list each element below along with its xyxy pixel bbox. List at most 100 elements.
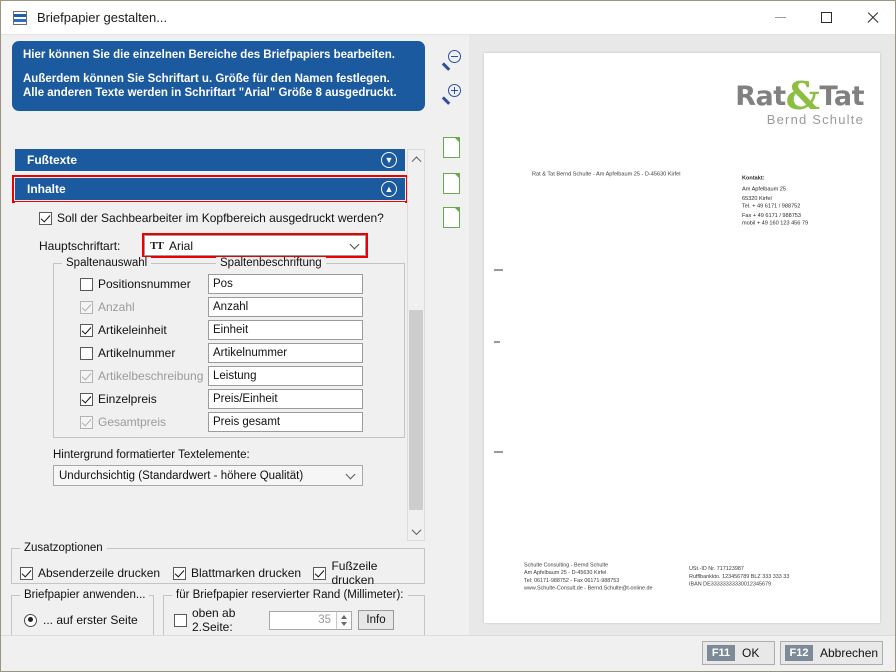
column-row: Einzelpreis Preis/Einheit <box>80 388 400 410</box>
fold-mark-2 <box>494 451 503 453</box>
column-checkbox[interactable] <box>80 346 93 360</box>
contact-line: Am Apfelbaum 25 <box>742 186 786 193</box>
zoom-in-icon[interactable] <box>441 83 463 105</box>
column-caption-input[interactable]: Artikelnummer <box>208 343 363 363</box>
page-footer-right: USt.-ID Nr. 717123987 Rufflbankkto. 12345… <box>689 565 789 589</box>
sachbearbeiter-checkbox[interactable] <box>39 211 52 225</box>
extra-option-item[interactable]: Fußzeile drucken <box>313 559 420 587</box>
hauptschriftart-dropdown[interactable]: TT Arial <box>142 233 368 258</box>
ok-button[interactable]: F11 OK <box>702 641 775 665</box>
page-icon-1[interactable] <box>443 137 465 159</box>
extra-option-item[interactable]: Blattmarken drucken <box>173 566 313 580</box>
hintergrund-dropdown[interactable]: Undurchsichtig (Standardwert - höhere Qu… <box>53 465 363 486</box>
footer-line: Am Apfelbaum 25 - D-45630 Kirfel <box>524 569 607 576</box>
hauptschriftart-row: Hauptschriftart: TT Arial <box>39 233 368 258</box>
footer-line: Tel: 06171-988752 - Fax 06171-988753 <box>524 577 620 584</box>
column-checkbox[interactable] <box>80 392 93 406</box>
ok-shortcut-key: F11 <box>707 645 735 661</box>
column-checkbox-row[interactable]: Artikelnummer <box>80 346 208 360</box>
column-label: Anzahl <box>98 300 135 314</box>
zoom-out-icon[interactable] <box>441 49 463 71</box>
margin-spinner[interactable]: 35 <box>269 610 352 630</box>
scroll-up-button[interactable] <box>408 150 424 167</box>
logo-part1: Rat <box>735 81 786 112</box>
ok-button-label: OK <box>742 646 760 660</box>
contact-line: 65320 Kirfel <box>742 194 772 202</box>
contact-line: mobil + 49 160 123 456 79 <box>742 219 809 227</box>
page-icon-3[interactable] <box>443 207 465 229</box>
info-banner-line3: Alle anderen Texte werden in Schriftart … <box>23 87 397 99</box>
chevron-up-icon[interactable]: ▲ <box>381 181 397 197</box>
dialog-button-bar: F11 OK F12 Abbrechen <box>1 635 895 671</box>
extra-option-checkbox[interactable] <box>313 566 327 580</box>
column-checkbox[interactable] <box>80 277 93 291</box>
dialog-window: Briefpapier gestalten... Hier können Sie… <box>0 0 896 672</box>
spinner-arrows[interactable] <box>336 611 351 629</box>
column-caption-input[interactable]: Einheit <box>208 320 363 340</box>
column-label: Gesamtpreis <box>98 415 167 429</box>
column-checkbox-row[interactable]: Einzelpreis <box>80 392 208 406</box>
settings-pane: Hier können Sie die einzelnen Bereiche d… <box>1 35 433 665</box>
column-checkbox-row[interactable]: Gesamtpreis <box>80 415 208 429</box>
margin-checkbox[interactable] <box>174 613 187 627</box>
footer-bank-line: Rufflbankkto. 123456789 BLZ 333 333 33 <box>689 573 790 580</box>
column-caption-input[interactable]: Anzahl <box>208 297 363 317</box>
truetype-icon: TT <box>150 239 164 252</box>
extra-option-checkbox[interactable] <box>20 566 33 580</box>
zusatzoptionen-legend: Zusatzoptionen <box>20 542 107 554</box>
page-icon-2[interactable] <box>443 173 465 195</box>
hintergrund-label: Hintergrund formatierter Textelemente: <box>53 449 250 461</box>
zusatzoptionen-row: Absenderzeile drucken Blattmarken drucken… <box>20 559 420 587</box>
scrollbar-thumb[interactable] <box>409 310 423 510</box>
extra-option-item[interactable]: Absenderzeile drucken <box>20 566 173 580</box>
column-row: Positionsnummer Pos <box>80 273 400 295</box>
column-row: Artikelbeschreibung Leistung <box>80 365 400 387</box>
section-header-fusstexte[interactable]: Fußtexte ▼ <box>15 149 405 171</box>
spaltenbeschriftung-header: Spaltenbeschriftung <box>216 257 326 269</box>
margin-label: oben ab 2.Seite: <box>192 606 236 634</box>
column-label: Positionsnummer <box>98 277 191 291</box>
briefpapier-anwenden-legend: Briefpapier anwenden... <box>20 589 150 601</box>
logo-subtitle: Bernd Schulte <box>766 112 864 127</box>
footer-bank-line: IBAN DE33333333330012345679 <box>689 581 772 588</box>
sachbearbeiter-checkbox-row[interactable]: Soll der Sachbearbeiter im Kopfbereich a… <box>39 211 384 225</box>
spaltenauswahl-legend: Spaltenauswahl <box>62 257 152 269</box>
punch-mark <box>494 341 500 343</box>
column-caption-input[interactable]: Preis/Einheit <box>208 389 363 409</box>
document-preview-pane[interactable]: Rat&Tat Bernd Schulte Rat & Tat Bernd Sc… <box>469 35 895 639</box>
column-checkbox[interactable] <box>80 323 93 337</box>
column-label: Artikeleinheit <box>98 323 167 337</box>
column-label: Artikelbeschreibung <box>98 369 204 383</box>
column-checkbox-row[interactable]: Anzahl <box>80 300 208 314</box>
column-checkbox-row[interactable]: Artikelbeschreibung <box>80 369 208 383</box>
section-header-inhalte[interactable]: Inhalte ▲ <box>12 175 408 203</box>
close-icon <box>866 11 879 24</box>
chevron-down-icon[interactable]: ▼ <box>381 152 397 168</box>
column-checkbox-row[interactable]: Positionsnummer <box>80 277 208 291</box>
hintergrund-block: Hintergrund formatierter Textelemente: U… <box>53 449 405 486</box>
column-checkbox <box>80 300 93 314</box>
info-button[interactable]: Info <box>358 610 394 630</box>
window-controls <box>757 1 895 34</box>
radio-button[interactable] <box>24 613 37 627</box>
margin-checkbox-row[interactable]: oben ab 2.Seite: <box>174 606 269 634</box>
radio-label: ... auf erster Seite <box>43 613 138 627</box>
column-caption-input[interactable]: Leistung <box>208 366 363 386</box>
hauptschriftart-label: Hauptschriftart: <box>39 238 121 253</box>
column-checkbox-row[interactable]: Artikeleinheit <box>80 323 208 337</box>
contents-scrollbar[interactable] <box>407 149 425 541</box>
column-label: Einzelpreis <box>98 392 157 406</box>
extra-option-checkbox[interactable] <box>173 566 187 580</box>
rand-legend: für Briefpapier reservierter Rand (Milli… <box>172 589 408 601</box>
extra-option-label: Blattmarken drucken <box>191 566 302 580</box>
close-button[interactable] <box>849 1 895 34</box>
contact-line: Tel. + 49 6171 / 988752 <box>742 203 801 210</box>
cancel-button[interactable]: F12 Abbrechen <box>780 641 883 665</box>
minimize-button[interactable] <box>757 1 803 34</box>
scroll-down-button[interactable] <box>408 523 424 540</box>
sender-line: Rat & Tat Bernd Schulte - Am Apfelbaum 2… <box>532 171 681 178</box>
column-caption-input[interactable]: Pos <box>208 274 363 294</box>
apply-radio-option[interactable]: ... auf erster Seite <box>24 613 138 627</box>
maximize-button[interactable] <box>803 1 849 34</box>
column-caption-input[interactable]: Preis gesamt <box>208 412 363 432</box>
